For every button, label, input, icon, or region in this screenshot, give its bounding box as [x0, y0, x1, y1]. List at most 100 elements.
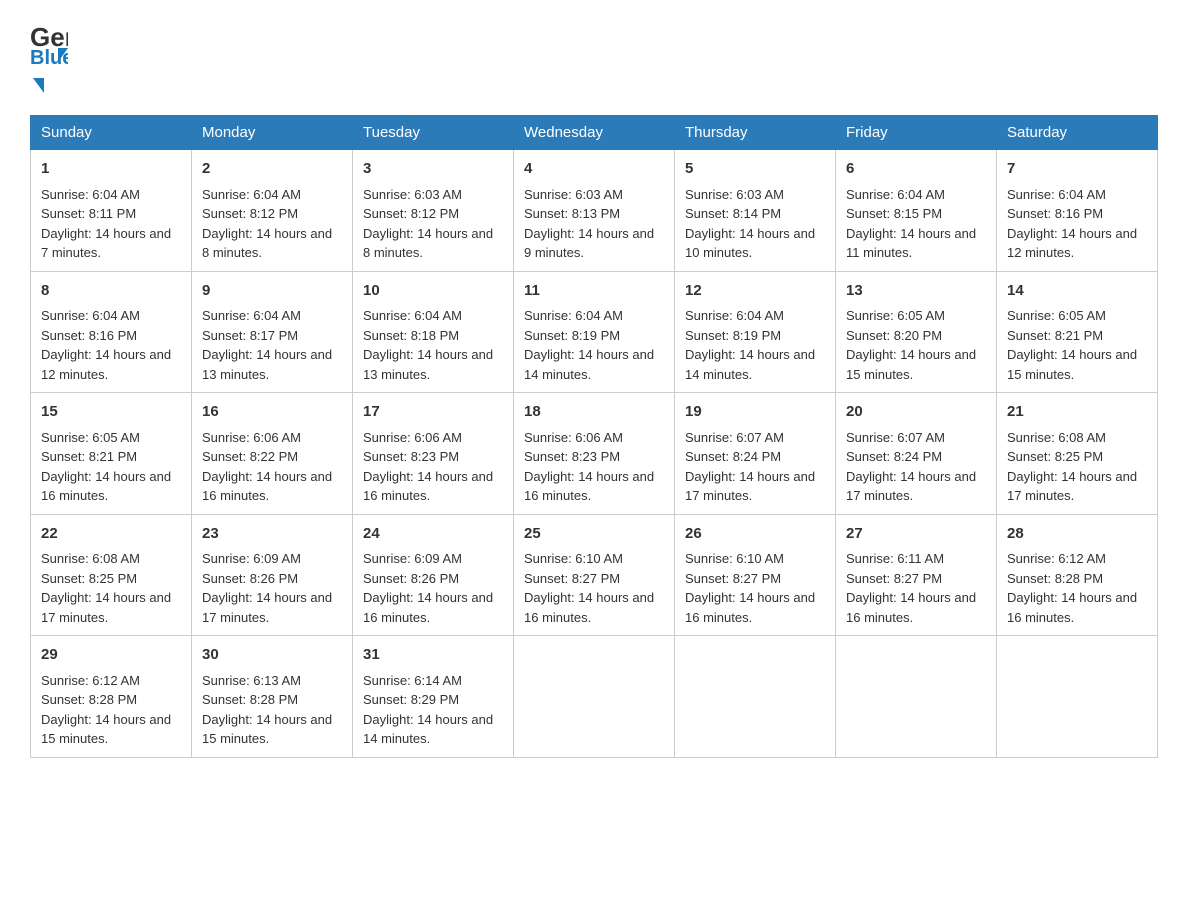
day-number: 3 — [363, 158, 503, 181]
sunrise-info: Sunrise: 6:05 AM — [846, 306, 986, 326]
day-number: 16 — [202, 401, 342, 424]
sunset-info: Sunset: 8:17 PM — [202, 326, 342, 346]
daylight-info: Daylight: 14 hours and 12 minutes. — [41, 345, 181, 384]
calendar-cell: 7Sunrise: 6:04 AMSunset: 8:16 PMDaylight… — [997, 150, 1158, 272]
calendar-cell: 5Sunrise: 6:03 AMSunset: 8:14 PMDaylight… — [675, 150, 836, 272]
daylight-info: Daylight: 14 hours and 17 minutes. — [685, 467, 825, 506]
daylight-info: Daylight: 14 hours and 14 minutes. — [524, 345, 664, 384]
sunrise-info: Sunrise: 6:05 AM — [1007, 306, 1147, 326]
logo-triangle — [33, 78, 44, 93]
day-number: 5 — [685, 158, 825, 181]
day-number: 7 — [1007, 158, 1147, 181]
daylight-info: Daylight: 14 hours and 14 minutes. — [685, 345, 825, 384]
day-number: 14 — [1007, 280, 1147, 303]
sunrise-info: Sunrise: 6:04 AM — [41, 306, 181, 326]
day-number: 20 — [846, 401, 986, 424]
sunset-info: Sunset: 8:14 PM — [685, 204, 825, 224]
daylight-info: Daylight: 14 hours and 15 minutes. — [202, 710, 342, 749]
sunset-info: Sunset: 8:29 PM — [363, 690, 503, 710]
calendar-cell: 2Sunrise: 6:04 AMSunset: 8:12 PMDaylight… — [192, 150, 353, 272]
day-number: 21 — [1007, 401, 1147, 424]
daylight-info: Daylight: 14 hours and 17 minutes. — [41, 588, 181, 627]
day-number: 2 — [202, 158, 342, 181]
day-number: 6 — [846, 158, 986, 181]
calendar-cell: 16Sunrise: 6:06 AMSunset: 8:22 PMDayligh… — [192, 393, 353, 515]
calendar-cell: 30Sunrise: 6:13 AMSunset: 8:28 PMDayligh… — [192, 636, 353, 758]
daylight-info: Daylight: 14 hours and 16 minutes. — [524, 467, 664, 506]
sunset-info: Sunset: 8:15 PM — [846, 204, 986, 224]
calendar-cell: 22Sunrise: 6:08 AMSunset: 8:25 PMDayligh… — [31, 514, 192, 636]
calendar-cell: 25 Sunrise: 6:10 AMSunset: 8:27 PMDayligh… — [514, 514, 675, 636]
day-header-thursday: Thursday — [675, 116, 836, 150]
sunset-info: Sunset: 8:12 PM — [202, 204, 342, 224]
sunset-info: Sunset: 8:23 PM — [363, 447, 503, 467]
daylight-info: Daylight: 14 hours and 16 minutes. — [363, 467, 503, 506]
daylight-info: Daylight: 14 hours and 17 minutes. — [1007, 467, 1147, 506]
daylight-info: Daylight: 14 hours and 16 minutes. — [363, 588, 503, 627]
sunset-info: Sunset: 8:27 PM — [846, 569, 986, 589]
sunrise-info: Sunrise: 6:13 AM — [202, 671, 342, 691]
sunset-info: Sunset: 8:26 PM — [363, 569, 503, 589]
sunrise-info: Sunrise: 6:04 AM — [1007, 185, 1147, 205]
sunrise-info: Sunrise: 6:05 AM — [41, 428, 181, 448]
day-number: 28 — [1007, 523, 1147, 546]
sunrise-info: Sunrise: 6:04 AM — [41, 185, 181, 205]
calendar-cell: 1Sunrise: 6:04 AMSunset: 8:11 PMDaylight… — [31, 150, 192, 272]
day-number: 13 — [846, 280, 986, 303]
calendar-cell: 9Sunrise: 6:04 AMSunset: 8:17 PMDaylight… — [192, 271, 353, 393]
calendar-cell: 12Sunrise: 6:04 AMSunset: 8:19 PMDayligh… — [675, 271, 836, 393]
sunset-info: Sunset: 8:16 PM — [1007, 204, 1147, 224]
daylight-info: Daylight: 14 hours and 15 minutes. — [846, 345, 986, 384]
sunrise-info: Sunrise: 6:09 AM — [363, 549, 503, 569]
day-number: 10 — [363, 280, 503, 303]
sunset-info: Sunset: 8:24 PM — [846, 447, 986, 467]
day-number: 27 — [846, 523, 986, 546]
calendar-cell — [997, 636, 1158, 758]
daylight-info: Daylight: 14 hours and 17 minutes. — [202, 588, 342, 627]
sunset-info: Sunset: 8:26 PM — [202, 569, 342, 589]
day-header-monday: Monday — [192, 116, 353, 150]
day-number: 25 — [524, 523, 664, 546]
sunrise-info: Sunrise: 6:04 AM — [846, 185, 986, 205]
calendar-cell: 19Sunrise: 6:07 AMSunset: 8:24 PMDayligh… — [675, 393, 836, 515]
calendar-cell — [514, 636, 675, 758]
day-number: 19 — [685, 401, 825, 424]
sunrise-info: Sunrise: 6:06 AM — [524, 428, 664, 448]
daylight-info: Daylight: 14 hours and 13 minutes. — [363, 345, 503, 384]
sunset-info: Sunset: 8:27 PM — [685, 569, 825, 589]
day-number: 24 — [363, 523, 503, 546]
day-number: 12 — [685, 280, 825, 303]
calendar-cell: 29Sunrise: 6:12 AMSunset: 8:28 PMDayligh… — [31, 636, 192, 758]
sunset-info: Sunset: 8:25 PM — [41, 569, 181, 589]
day-header-sunday: Sunday — [31, 116, 192, 150]
day-header-friday: Friday — [836, 116, 997, 150]
sunrise-info: Sunrise: 6:08 AM — [1007, 428, 1147, 448]
sunset-info: Sunset: 8:21 PM — [1007, 326, 1147, 346]
day-header-wednesday: Wednesday — [514, 116, 675, 150]
calendar-body: 1Sunrise: 6:04 AMSunset: 8:11 PMDaylight… — [31, 150, 1158, 758]
sunset-info: Sunset: 8:16 PM — [41, 326, 181, 346]
calendar-week-row: 15Sunrise: 6:05 AMSunset: 8:21 PMDayligh… — [31, 393, 1158, 515]
calendar-cell: 8Sunrise: 6:04 AMSunset: 8:16 PMDaylight… — [31, 271, 192, 393]
sunset-info: Sunset: 8:18 PM — [363, 326, 503, 346]
daylight-info: Daylight: 14 hours and 16 minutes. — [524, 588, 664, 627]
day-number: 17 — [363, 401, 503, 424]
sunset-info: Sunset: 8:25 PM — [1007, 447, 1147, 467]
sunrise-info: Sunrise: 6:10 AM — [524, 549, 664, 569]
daylight-info: Daylight: 14 hours and 15 minutes. — [1007, 345, 1147, 384]
sunset-info: Sunset: 8:28 PM — [41, 690, 181, 710]
calendar-week-row: 1Sunrise: 6:04 AMSunset: 8:11 PMDaylight… — [31, 150, 1158, 272]
sunset-info: Sunset: 8:24 PM — [685, 447, 825, 467]
day-number: 30 — [202, 644, 342, 667]
daylight-info: Daylight: 14 hours and 16 minutes. — [685, 588, 825, 627]
calendar-cell: 14 Sunrise: 6:05 AMSunset: 8:21 PMDayligh… — [997, 271, 1158, 393]
sunrise-info: Sunrise: 6:04 AM — [202, 306, 342, 326]
day-number: 22 — [41, 523, 181, 546]
calendar-cell: 18Sunrise: 6:06 AMSunset: 8:23 PMDayligh… — [514, 393, 675, 515]
calendar-cell — [836, 636, 997, 758]
calendar-cell: 26Sunrise: 6:10 AMSunset: 8:27 PMDayligh… — [675, 514, 836, 636]
sunset-info: Sunset: 8:27 PM — [524, 569, 664, 589]
calendar-cell: 13Sunrise: 6:05 AMSunset: 8:20 PMDayligh… — [836, 271, 997, 393]
calendar-cell: 17Sunrise: 6:06 AMSunset: 8:23 PMDayligh… — [353, 393, 514, 515]
sunset-info: Sunset: 8:28 PM — [1007, 569, 1147, 589]
